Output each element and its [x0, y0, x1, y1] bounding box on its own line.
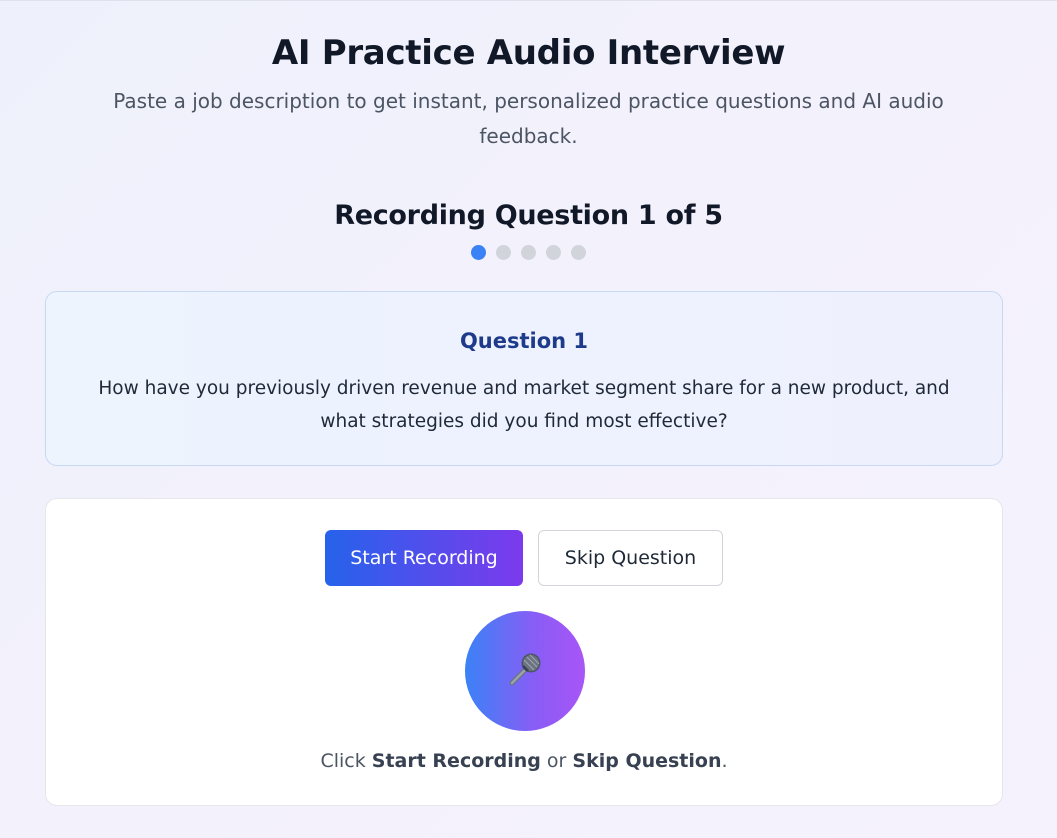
hint-start-text: Start Recording — [371, 750, 541, 772]
question-progress: Recording Question 1 of 5 — [0, 196, 1057, 260]
progress-dot-1 — [471, 245, 486, 260]
hint-prefix: Click — [320, 750, 372, 772]
skip-question-button[interactable]: Skip Question — [538, 530, 723, 586]
microphone-icon — [503, 647, 547, 695]
progress-dot-2 — [496, 245, 511, 260]
progress-dots — [0, 245, 1057, 260]
progress-dot-5 — [571, 245, 586, 260]
question-card: Question 1 How have you previously drive… — [45, 291, 1003, 466]
hint-or: or — [540, 750, 573, 772]
recording-controls: Start Recording Skip Question — [46, 530, 1002, 586]
start-recording-button[interactable]: Start Recording — [325, 530, 523, 586]
recording-panel: Start Recording Skip Question Click Star… — [45, 498, 1003, 806]
recording-hint: Click Start Recording or Skip Question. — [46, 747, 1002, 775]
question-text: How have you previously driven revenue a… — [98, 378, 950, 432]
question-label: Question 1 — [459, 329, 589, 353]
microphone-indicator — [465, 611, 585, 731]
page-header: AI Practice Audio Interview Paste a job … — [0, 28, 1057, 154]
hint-skip-text: Skip Question — [572, 750, 722, 772]
page-title: AI Practice Audio Interview — [271, 33, 786, 73]
progress-dot-4 — [546, 245, 561, 260]
hint-suffix: . — [721, 750, 728, 772]
page-subtitle: Paste a job description to get instant, … — [113, 89, 944, 148]
progress-dot-3 — [521, 245, 536, 260]
top-divider — [0, 0, 1057, 1]
progress-title: Recording Question 1 of 5 — [334, 200, 723, 231]
